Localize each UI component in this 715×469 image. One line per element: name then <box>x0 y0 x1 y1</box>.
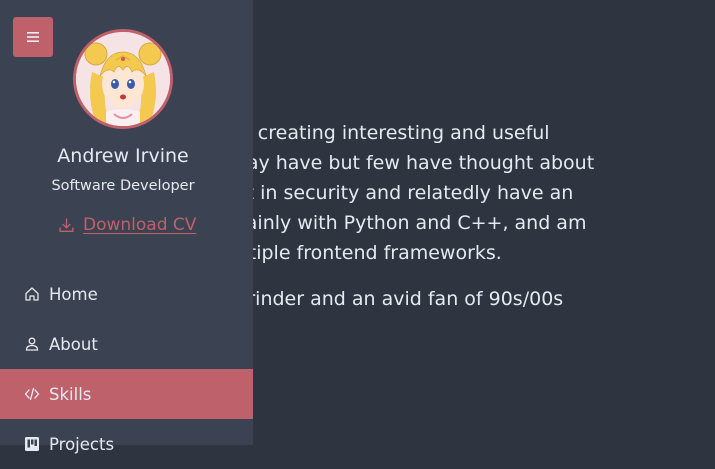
menu-toggle-button[interactable] <box>13 17 53 57</box>
sidebar-item-about[interactable]: About <box>0 319 253 369</box>
avatar <box>73 29 173 129</box>
kanban-icon <box>25 437 39 451</box>
sidebar-nav: Home About Skills Projects <box>0 269 253 469</box>
sidebar-item-label: About <box>49 334 98 354</box>
download-cv-link[interactable]: Download CV <box>58 215 196 235</box>
hamburger-icon <box>27 32 39 42</box>
sidebar-item-label: Skills <box>49 384 92 404</box>
profile-name: Andrew Irvine <box>57 145 189 167</box>
home-icon <box>25 287 39 301</box>
sidebar-item-home[interactable]: Home <box>0 269 253 319</box>
avatar-illustration <box>76 32 170 126</box>
code-icon <box>24 387 40 401</box>
sidebar-item-label: Projects <box>49 434 115 454</box>
download-cv-label: Download CV <box>83 215 197 235</box>
profile-role: Software Developer <box>51 178 195 194</box>
download-icon <box>59 217 74 232</box>
sidebar: Andrew Irvine Software Developer Downloa… <box>0 0 253 454</box>
sidebar-item-projects[interactable]: Projects <box>0 419 253 469</box>
user-icon <box>25 337 39 351</box>
sidebar-item-label: Home <box>49 284 98 304</box>
sidebar-item-skills[interactable]: Skills <box>0 369 253 419</box>
